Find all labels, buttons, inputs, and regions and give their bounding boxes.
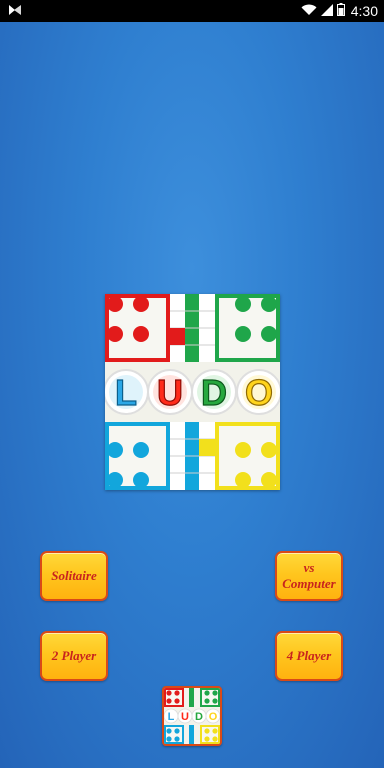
vs-computer-label: vs Computer: [277, 560, 341, 592]
svg-text:O: O: [245, 372, 273, 413]
battery-icon: [336, 3, 345, 19]
solitaire-button[interactable]: Solitaire: [40, 551, 108, 601]
svg-text:D: D: [195, 711, 203, 723]
svg-text:L: L: [115, 372, 137, 413]
four-player-button[interactable]: 4 Player: [275, 631, 343, 681]
svg-text:U: U: [181, 711, 189, 723]
status-time: 4:30: [350, 3, 378, 19]
ludo-logo: L U D O: [105, 294, 280, 490]
two-player-label: 2 Player: [51, 648, 97, 663]
svg-text:D: D: [201, 372, 227, 413]
solitaire-label: Solitaire: [51, 568, 97, 583]
status-bar: 4:30: [0, 0, 384, 22]
vs-computer-label-line1: vs: [303, 560, 315, 575]
svg-text:L: L: [168, 711, 175, 723]
status-right: 4:30: [301, 3, 378, 19]
two-player-button[interactable]: 2 Player: [40, 631, 108, 681]
signal-icon: [320, 3, 333, 19]
wifi-icon: [301, 3, 317, 19]
status-left: [8, 3, 22, 19]
four-player-label: 4 Player: [286, 648, 332, 663]
notification-icon: [8, 3, 22, 19]
small-ludo-logo[interactable]: L U D O: [162, 686, 222, 746]
svg-text:O: O: [209, 711, 218, 723]
svg-text:U: U: [157, 372, 183, 413]
vs-computer-button[interactable]: vs Computer: [275, 551, 343, 601]
vs-computer-label-line2: Computer: [282, 576, 336, 591]
